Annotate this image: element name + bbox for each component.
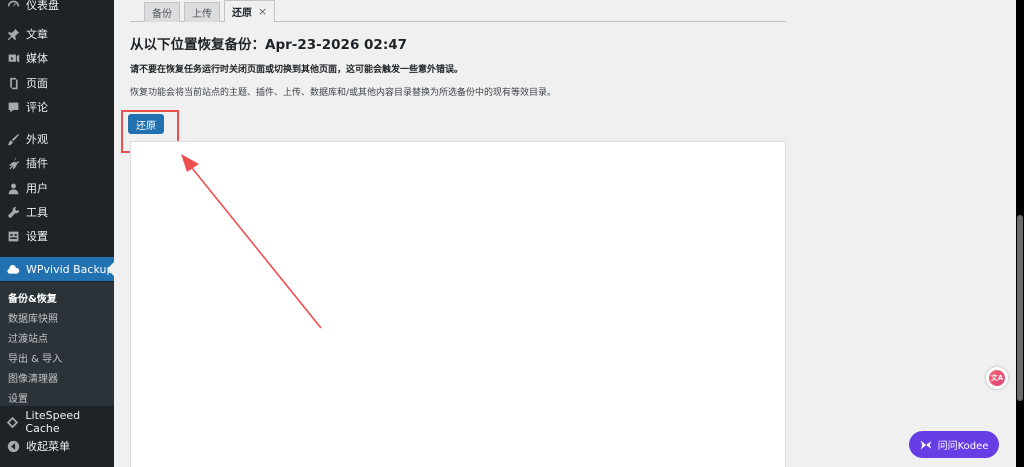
restore-button[interactable]: 还原 (128, 114, 164, 134)
tab-label: 上传 (192, 9, 212, 20)
cloud-icon (6, 262, 20, 276)
sidebar-item-label: 仪表盘 (26, 0, 59, 12)
sidebar-item-label: 插件 (26, 157, 48, 170)
collapse-icon (6, 439, 20, 453)
sidebar-item-label: 页面 (26, 77, 48, 90)
sidebar-item-label: 用户 (26, 182, 48, 195)
plugin-icon (6, 156, 20, 170)
submenu-item-backup-restore[interactable]: 备份&恢复 (8, 290, 57, 305)
tab-upload[interactable]: 上传 (184, 2, 220, 22)
tab-label: 备份 (152, 9, 172, 20)
brush-icon (6, 132, 20, 146)
translate-button[interactable]: 文A (986, 367, 1008, 389)
tab-label: 还原 (232, 8, 252, 19)
page-title: 从以下位置恢复备份：Apr-23-2026 02:47 (130, 37, 408, 53)
diamond-icon (6, 415, 19, 429)
sidebar-item-litespeed-cache[interactable]: LiteSpeed Cache (0, 409, 114, 435)
sidebar-item-label: 外观 (26, 133, 48, 146)
wrench-icon (6, 205, 20, 219)
close-icon[interactable]: × (258, 5, 267, 18)
dashboard-icon (6, 0, 20, 12)
tab-restore[interactable]: 还原 × (224, 0, 276, 22)
submenu-item-db-snapshot[interactable]: 数据库快照 (8, 310, 58, 325)
tab-bar: 备份 上传 还原 × (144, 0, 279, 22)
sidebar-item-posts[interactable]: 文章 (0, 22, 114, 46)
tab-backup[interactable]: 备份 (144, 2, 180, 22)
sidebar-item-users[interactable]: 用户 (0, 176, 114, 200)
sidebar-item-label: 设置 (26, 230, 48, 243)
media-icon (6, 51, 20, 65)
sidebar-item-tools[interactable]: 工具 (0, 200, 114, 224)
submenu-item-staging[interactable]: 过渡站点 (8, 330, 48, 345)
sidebar-collapse-menu[interactable]: 收起菜单 (0, 434, 114, 458)
sidebar-item-media[interactable]: 媒体 (0, 46, 114, 70)
sidebar-item-label: LiteSpeed Cache (25, 409, 81, 435)
admin-sidebar: 仪表盘 文章 媒体 页面 评论 外观 插件 用户 工具 设置 WPvivid B… (0, 0, 114, 467)
submenu-item-export-import[interactable]: 导出 & 导入 (8, 350, 62, 365)
submenu-item-settings[interactable]: 设置 (8, 390, 28, 405)
page-icon (6, 76, 20, 90)
scrollbar-thumb[interactable] (1017, 215, 1023, 401)
settings-icon (6, 229, 20, 243)
sidebar-item-settings[interactable]: 设置 (0, 224, 114, 248)
sidebar-item-plugins[interactable]: 插件 (0, 151, 114, 175)
sidebar-item-pages[interactable]: 页面 (0, 71, 114, 95)
pin-icon (6, 27, 20, 41)
wpvivid-submenu: 备份&恢复 数据库快照 过渡站点 导出 & 导入 图像清理器 设置 (0, 282, 114, 406)
app-window: 仪表盘 文章 媒体 页面 评论 外观 插件 用户 工具 设置 WPvivid B… (0, 0, 1016, 467)
user-icon (6, 181, 20, 195)
kodee-sparkle-icon (920, 440, 931, 449)
ask-kodee-button[interactable]: 问问Kodee (909, 431, 999, 458)
sidebar-item-appearance[interactable]: 外观 (0, 127, 114, 151)
comment-icon (6, 100, 20, 114)
sidebar-item-label: 媒体 (26, 52, 48, 65)
sidebar-item-label: WPvivid Backup (26, 262, 114, 276)
ask-kodee-label: 问问Kodee (937, 441, 989, 452)
restore-log-area (130, 141, 786, 467)
sidebar-item-label: 工具 (26, 206, 48, 219)
sidebar-item-label: 收起菜单 (26, 440, 70, 453)
sidebar-item-label: 文章 (26, 28, 48, 41)
sidebar-item-comments[interactable]: 评论 (0, 95, 114, 119)
sidebar-item-dashboard[interactable]: 仪表盘 (0, 0, 114, 17)
submenu-item-image-cleaner[interactable]: 图像清理器 (8, 370, 58, 385)
warning-text: 请不要在恢复任务运行时关闭页面或切换到其他页面，这可能会触发一些意外错误。 (130, 65, 464, 75)
translate-icon: 文A (989, 370, 1005, 386)
description-text: 恢复功能会将当前站点的主题、插件、上传、数据库和/或其他内容目录替换为所选备份中… (130, 88, 557, 98)
sidebar-item-label: 评论 (26, 101, 48, 114)
sidebar-item-wpvivid-backup[interactable]: WPvivid Backup (0, 257, 114, 281)
